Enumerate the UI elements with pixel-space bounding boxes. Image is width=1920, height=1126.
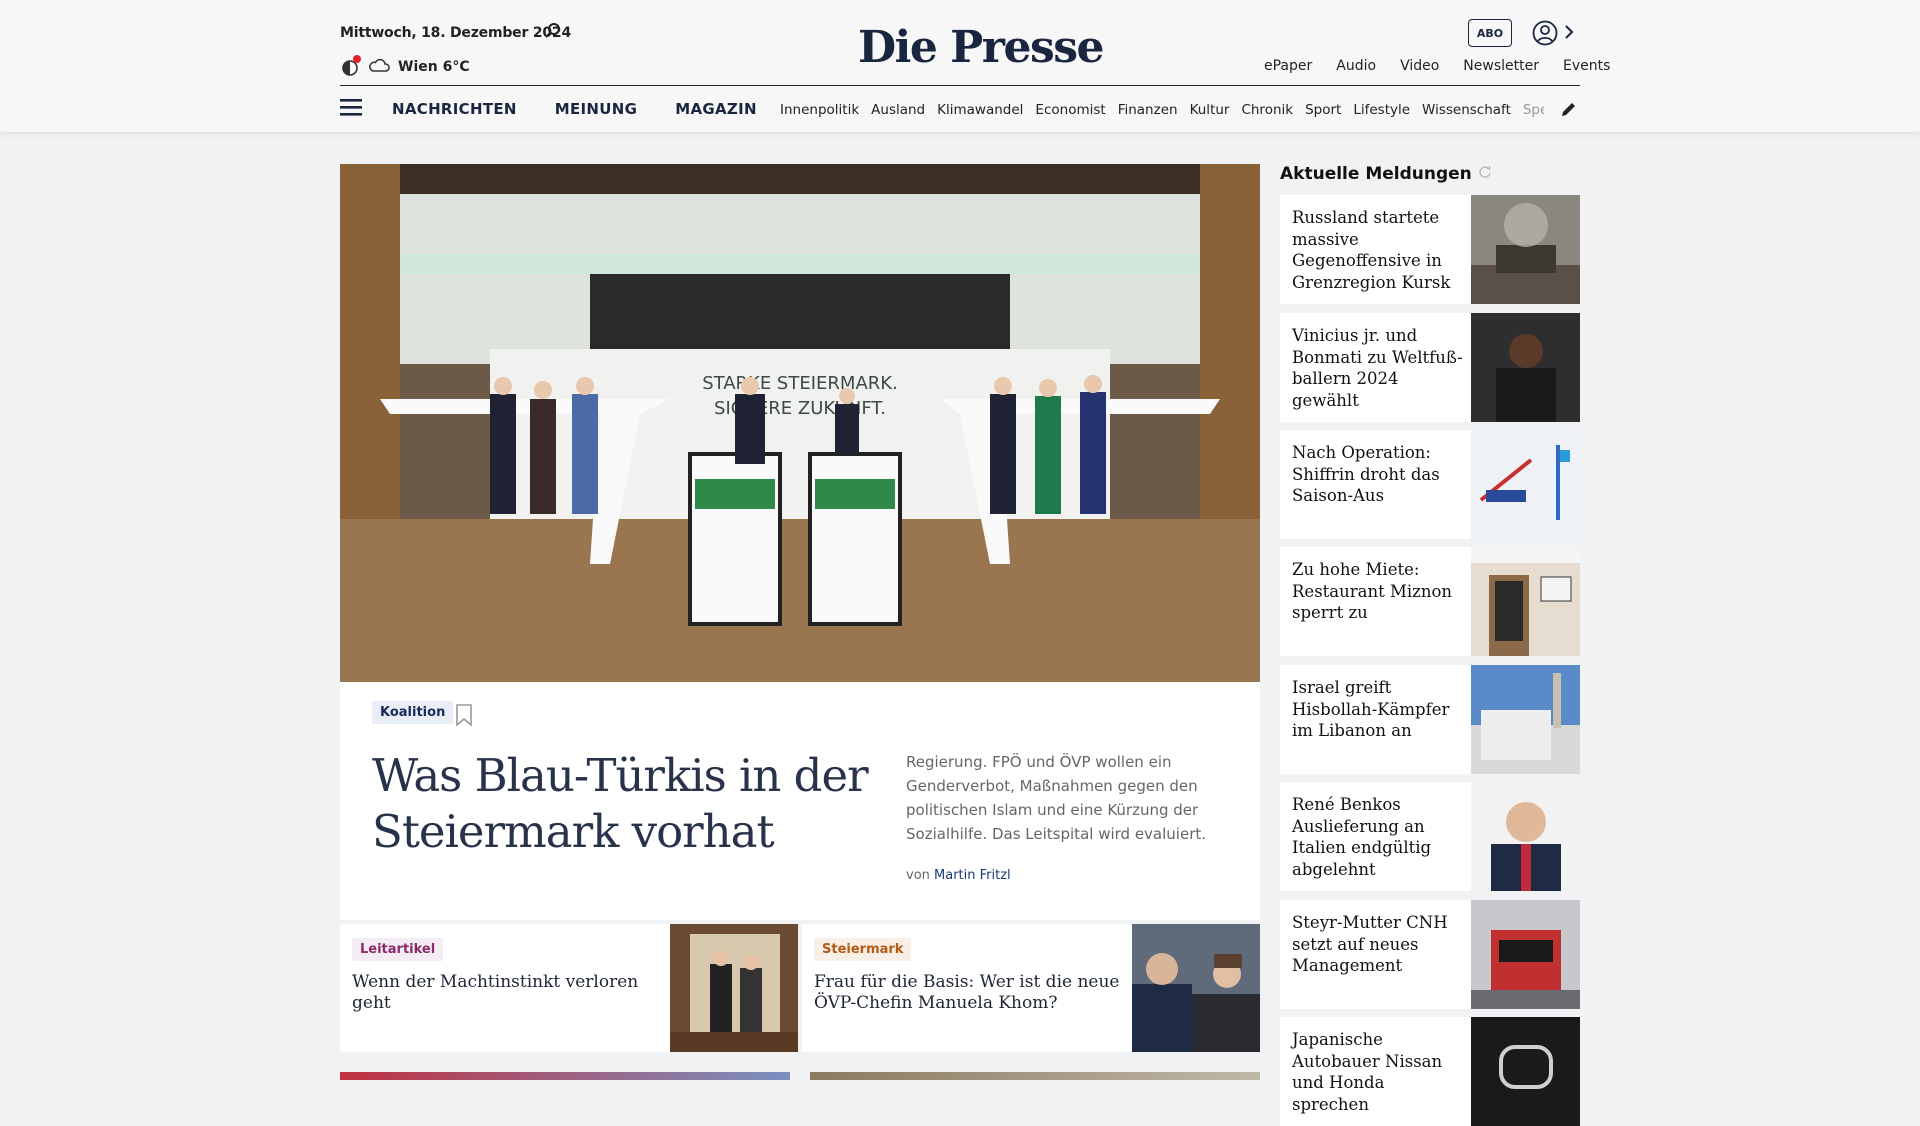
site-header: Mittwoch, 18. Dezember 2024 Wien 6°C Die… [0, 0, 1920, 132]
subnav-kultur[interactable]: Kultur [1190, 102, 1230, 118]
cloud-icon [368, 58, 390, 76]
next-article-image-2[interactable] [810, 1072, 1260, 1080]
news-item[interactable]: Steyr-Mutter CNH setzt auf neues Managem… [1280, 900, 1580, 1009]
subnav-wissenschaft[interactable]: Wissenschaft [1422, 102, 1511, 118]
news-item-title[interactable]: René Benkos Auslieferung an Italien endg… [1292, 794, 1464, 880]
news-item[interactable]: Nach Operation: Shiffrin droht das Saiso… [1280, 430, 1580, 539]
current-date: Mittwoch, 18. Dezember 2024 [340, 25, 572, 41]
section-navigation: Innenpolitik Ausland Klimawandel Economi… [780, 102, 1544, 118]
next-article-image-1[interactable] [340, 1072, 790, 1080]
weather-widget[interactable]: Wien 6°C [340, 55, 470, 77]
subnav-chronik[interactable]: Chronik [1241, 102, 1293, 118]
news-item-image[interactable] [1471, 900, 1580, 1009]
article-card-steiermark[interactable]: Steiermark Frau für die Basis: Wer ist d… [802, 924, 1260, 1052]
news-item[interactable]: Israel greift Hisbollah-Kämpfer im Liban… [1280, 665, 1580, 774]
subnav-spectrum[interactable]: Spectrum [1523, 102, 1544, 118]
aktuelle-meldungen-heading: Aktuelle Meldungen [1280, 164, 1492, 184]
hero-headline[interactable]: Was Blau-Türkis in der Steiermark vorhat [372, 748, 872, 860]
subnav-finanzen[interactable]: Finanzen [1118, 102, 1178, 118]
hero-article-card[interactable]: Koalition Was Blau-Türkis in der Steierm… [340, 682, 1260, 920]
leitartikel-image[interactable] [670, 924, 798, 1052]
link-events[interactable]: Events [1563, 58, 1610, 74]
subnav-sport[interactable]: Sport [1305, 102, 1341, 118]
leitartikel-title[interactable]: Wenn der Machtinstinkt verloren geht [352, 972, 672, 1014]
news-item-title[interactable]: Israel greift Hisbollah-Kämpfer im Liban… [1292, 677, 1464, 742]
news-item-image[interactable] [1471, 313, 1580, 422]
steiermark-image[interactable] [1132, 924, 1260, 1052]
news-item[interactable]: Russland startete massive Gegenoffensive… [1280, 195, 1580, 304]
edit-pencil-icon[interactable] [1560, 100, 1578, 122]
hero-image[interactable]: STARKE STEIERMARK. SICHERE ZUKUNFT. [340, 164, 1260, 682]
nav-magazin[interactable]: MAGAZIN [675, 100, 757, 118]
news-item-image[interactable] [1471, 430, 1580, 539]
news-item-image[interactable] [1471, 547, 1580, 656]
main-navigation: NACHRICHTEN MEINUNG MAGAZIN [340, 98, 757, 120]
nav-meinung[interactable]: MEINUNG [555, 100, 637, 118]
subnav-economist[interactable]: Economist [1035, 102, 1105, 118]
weather-label: Wien 6°C [398, 59, 470, 75]
news-item[interactable]: René Benkos Auslieferung an Italien endg… [1280, 782, 1580, 891]
refresh-icon[interactable] [1478, 164, 1492, 184]
steiermark-title[interactable]: Frau für die Basis: Wer ist die neue ÖVP… [814, 972, 1124, 1014]
news-item-image[interactable] [1471, 782, 1580, 891]
bookmark-icon[interactable] [455, 704, 473, 730]
hamburger-menu-icon[interactable] [340, 98, 362, 120]
site-logo[interactable]: Die Presse [858, 22, 1104, 73]
leitartikel-tag[interactable]: Leitartikel [352, 938, 444, 961]
chevron-right-icon[interactable] [1564, 24, 1574, 44]
subnav-lifestyle[interactable]: Lifestyle [1353, 102, 1410, 118]
news-item-image[interactable] [1471, 1017, 1580, 1126]
user-account-icon[interactable] [1532, 20, 1558, 50]
news-item-title[interactable]: Vinicius jr. und Bonmati zu Weltfuß­ball… [1292, 325, 1464, 411]
author-link[interactable]: Martin Fritzl [934, 868, 1011, 883]
subnav-ausland[interactable]: Ausland [871, 102, 925, 118]
aside-title-label: Aktuelle Meldungen [1280, 164, 1472, 184]
hero-byline: von Martin Fritzl [906, 868, 1011, 883]
link-epaper[interactable]: ePaper [1264, 58, 1312, 74]
backdrop-slogan-1: STARKE STEIERMARK. [702, 373, 898, 394]
hero-category-tag[interactable]: Koalition [372, 701, 454, 724]
search-icon[interactable] [544, 22, 562, 44]
news-item-title[interactable]: Steyr-Mutter CNH setzt auf neues Managem… [1292, 912, 1464, 977]
subnav-klimawandel[interactable]: Klimawandel [937, 102, 1023, 118]
news-item-title[interactable]: Japanische Autobauer Nissan und Honda sp… [1292, 1029, 1464, 1115]
article-card-leitartikel[interactable]: Leitartikel Wenn der Machtinstinkt verlo… [340, 924, 798, 1052]
steiermark-tag[interactable]: Steiermark [814, 938, 912, 961]
news-item[interactable]: Zu hohe Miete: Restaurant Miznon sperrt … [1280, 547, 1580, 656]
link-audio[interactable]: Audio [1336, 58, 1376, 74]
news-item-title[interactable]: Nach Operation: Shiffrin droht das Saiso… [1292, 442, 1464, 507]
top-links: ePaper Audio Video Newsletter Events [1264, 58, 1610, 74]
link-video[interactable]: Video [1400, 58, 1439, 74]
link-newsletter[interactable]: Newsletter [1463, 58, 1539, 74]
news-item-title[interactable]: Russland startete massive Gegenoffensive… [1292, 207, 1464, 293]
byline-prefix: von [906, 868, 930, 883]
subnav-innenpolitik[interactable]: Innenpolitik [780, 102, 859, 118]
news-item-image[interactable] [1471, 665, 1580, 774]
header-divider [340, 85, 1580, 86]
news-item-title[interactable]: Zu hohe Miete: Restaurant Miznon sperrt … [1292, 559, 1464, 624]
news-item-image[interactable] [1471, 195, 1580, 304]
nav-nachrichten[interactable]: NACHRICHTEN [392, 100, 517, 118]
news-item[interactable]: Vinicius jr. und Bonmati zu Weltfuß­ball… [1280, 313, 1580, 422]
abo-button[interactable]: ABO [1468, 19, 1512, 47]
hero-teaser: Regierung. FPÖ und ÖVP wollen ein Gender… [906, 753, 1207, 843]
night-mode-icon[interactable] [340, 55, 361, 77]
news-item[interactable]: Japanische Autobauer Nissan und Honda sp… [1280, 1017, 1580, 1126]
